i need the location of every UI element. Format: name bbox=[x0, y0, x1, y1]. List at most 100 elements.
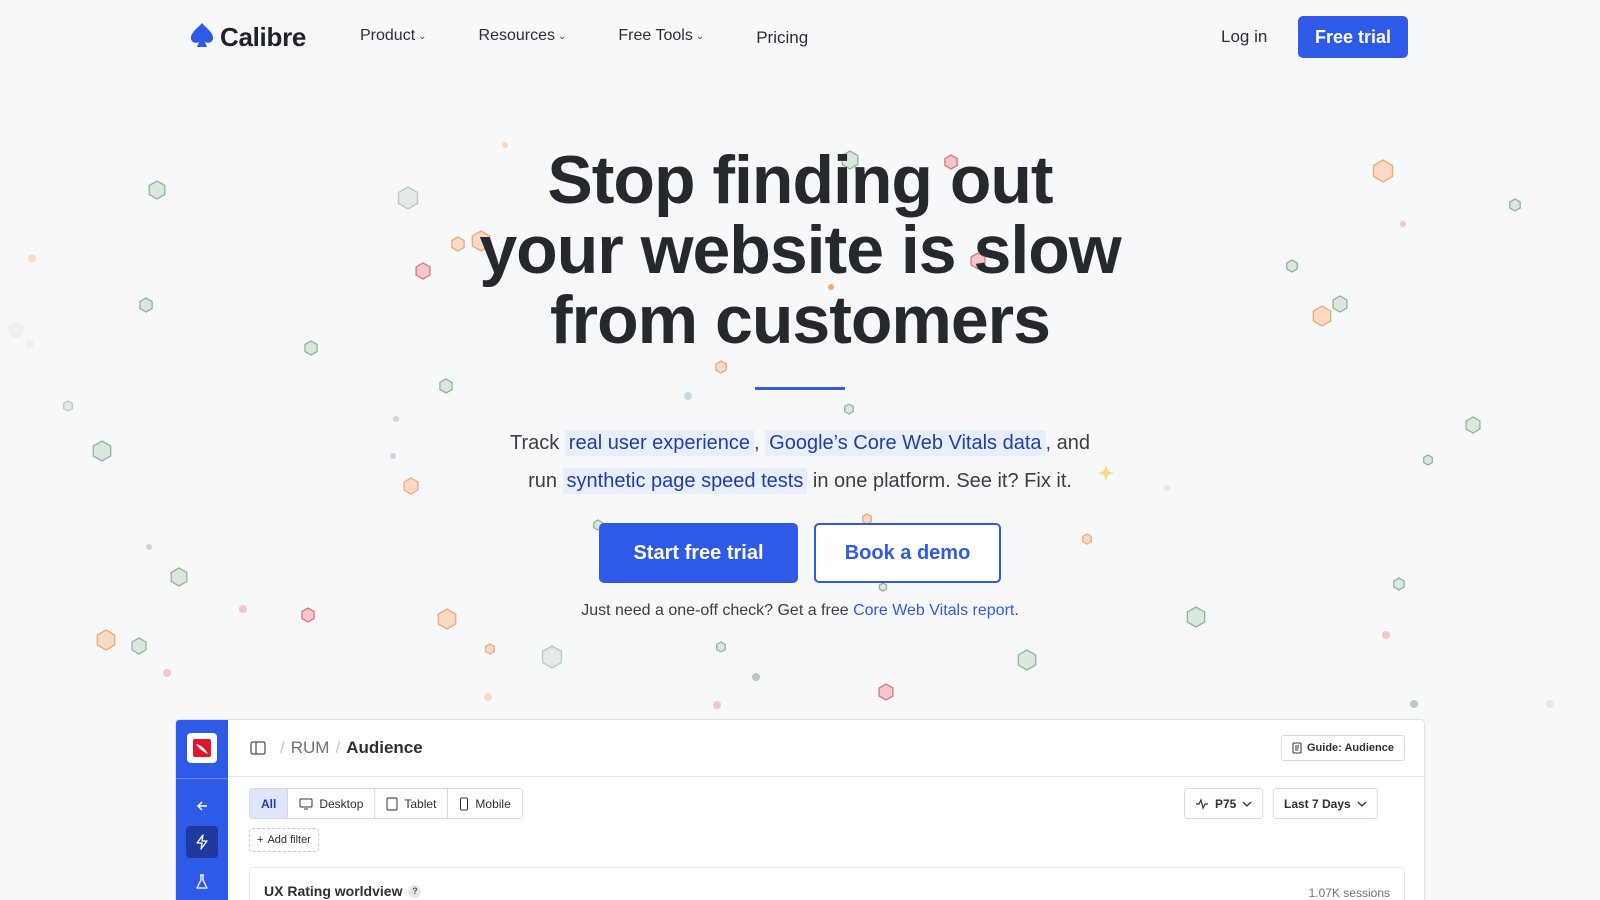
synthetic-tests-link[interactable]: synthetic page speed tests bbox=[562, 468, 808, 494]
background-hexagon bbox=[1312, 305, 1332, 327]
background-dot bbox=[393, 416, 399, 422]
nav-item-label: Free Tools bbox=[618, 27, 693, 44]
nav-item-label: Resources bbox=[478, 27, 556, 44]
background-dot bbox=[1546, 700, 1554, 708]
background-dot bbox=[390, 453, 396, 459]
background-dot bbox=[1410, 700, 1418, 708]
nav-item-pricing[interactable]: Pricing bbox=[756, 28, 808, 48]
chevron-down-icon: ⌄ bbox=[695, 30, 705, 42]
breadcrumb-audience: Audience bbox=[346, 738, 423, 757]
background-hexagon bbox=[439, 378, 453, 394]
breadcrumb-separator: / bbox=[335, 738, 341, 757]
pulse-icon bbox=[1196, 797, 1208, 810]
nav-links: Product ⌄ Resources ⌄ Free Tools ⌄ Prici… bbox=[360, 24, 860, 48]
background-hexagon bbox=[1509, 198, 1521, 212]
segment-label: Mobile bbox=[475, 796, 511, 811]
background-hexagon bbox=[139, 297, 153, 313]
background-hexagon bbox=[63, 400, 73, 412]
segment-all[interactable]: All bbox=[250, 789, 289, 818]
segment-mobile[interactable]: Mobile bbox=[448, 789, 522, 818]
background-dot bbox=[163, 669, 171, 677]
background-hexagon bbox=[541, 645, 563, 669]
start-free-trial-button[interactable]: Start free trial bbox=[599, 523, 798, 583]
document-icon bbox=[1292, 742, 1302, 754]
device-segmented-control: All Desktop Tablet Mobile bbox=[249, 788, 523, 819]
chevron-down-icon: ⌄ bbox=[418, 30, 427, 42]
background-hexagon bbox=[301, 607, 315, 623]
background-hexagon bbox=[1082, 533, 1092, 545]
desktop-icon bbox=[299, 798, 313, 809]
background-hexagon bbox=[844, 403, 854, 415]
app-preview: / RUM / Audience Guide: Audience All Des… bbox=[175, 719, 1425, 900]
background-hexagon bbox=[1372, 159, 1394, 183]
sub-text: Track bbox=[509, 432, 560, 454]
hero-divider bbox=[755, 387, 845, 390]
background-dot bbox=[752, 673, 760, 681]
flask-icon[interactable] bbox=[186, 866, 218, 898]
background-hexagon bbox=[170, 567, 188, 587]
one-off-check-text: Just need a one-off check? Get a free Co… bbox=[400, 602, 1200, 620]
breadcrumb-separator: / bbox=[280, 738, 285, 757]
kangaroo-logo-icon bbox=[193, 739, 211, 757]
core-web-vitals-link[interactable]: Google’s Core Web Vitals data bbox=[765, 430, 1046, 456]
background-dot bbox=[1400, 221, 1406, 227]
date-range-dropdown[interactable]: Last 7 Days bbox=[1273, 788, 1378, 819]
core-web-vitals-report-link[interactable]: Core Web Vitals report bbox=[853, 602, 1014, 619]
workspace-logo[interactable] bbox=[187, 733, 217, 763]
login-link[interactable]: Log in bbox=[1221, 27, 1267, 47]
add-filter-button[interactable]: + Add filter bbox=[249, 828, 319, 852]
background-hexagon bbox=[92, 440, 112, 462]
card-title-text: UX Rating worldview bbox=[264, 883, 403, 899]
background-dot bbox=[684, 392, 692, 400]
segment-label: Desktop bbox=[319, 796, 364, 811]
background-hexagon bbox=[716, 641, 726, 653]
background-dot bbox=[1382, 631, 1390, 639]
nav-item-label: Pricing bbox=[756, 28, 809, 47]
help-icon[interactable]: ? bbox=[408, 884, 422, 898]
free-trial-button[interactable]: Free trial bbox=[1298, 16, 1408, 58]
guide-button[interactable]: Guide: Audience bbox=[1281, 735, 1405, 761]
sub-text: , bbox=[754, 432, 760, 454]
background-hexagon bbox=[1017, 649, 1037, 671]
rum-link[interactable]: real user experience bbox=[564, 430, 755, 456]
background-hexagon bbox=[878, 683, 894, 701]
background-hexagon bbox=[878, 582, 888, 592]
sidebar-toggle-icon[interactable] bbox=[250, 741, 266, 755]
background-dot bbox=[28, 255, 36, 263]
background-hexagon bbox=[485, 643, 495, 655]
app-header: / RUM / Audience Guide: Audience bbox=[228, 720, 1424, 777]
background-dot bbox=[26, 340, 34, 348]
back-arrow-icon[interactable] bbox=[186, 790, 218, 822]
background-dot bbox=[8, 322, 24, 338]
spade-logo-icon bbox=[190, 22, 214, 53]
background-hexagon bbox=[148, 180, 166, 200]
background-dot bbox=[713, 701, 721, 709]
background-hexagon bbox=[131, 637, 147, 655]
add-filter-label: Add filter bbox=[267, 834, 311, 846]
app-sidebar bbox=[176, 720, 228, 900]
background-hexagon bbox=[1332, 295, 1348, 313]
breadcrumb-rum[interactable]: RUM bbox=[291, 738, 330, 758]
nav-item-free-tools[interactable]: Free Tools ⌄ bbox=[618, 24, 704, 48]
hero-title-line: Stop finding out bbox=[547, 142, 1053, 218]
lightning-icon[interactable] bbox=[186, 826, 218, 858]
nav-item-resources[interactable]: Resources ⌄ bbox=[479, 24, 567, 48]
date-range-label: Last 7 Days bbox=[1284, 796, 1351, 811]
nav-item-product[interactable]: Product ⌄ bbox=[360, 24, 427, 48]
segment-tablet[interactable]: Tablet bbox=[375, 789, 449, 818]
segment-desktop[interactable]: Desktop bbox=[288, 789, 376, 818]
ux-rating-card: UX Rating worldview ? 1.07K sessions bbox=[249, 867, 1405, 900]
hero-title-line: from customers bbox=[550, 282, 1051, 358]
segment-label: All bbox=[261, 796, 277, 811]
percentile-dropdown[interactable]: P75 bbox=[1184, 788, 1264, 819]
logo-text: Calibre bbox=[220, 22, 307, 52]
logo[interactable]: Calibre bbox=[190, 22, 306, 53]
segment-label: Tablet bbox=[404, 796, 437, 811]
sub-text: run bbox=[528, 470, 557, 492]
background-dot bbox=[146, 544, 152, 550]
chevron-down-icon bbox=[1357, 801, 1367, 807]
plus-icon: + bbox=[257, 834, 264, 846]
book-demo-button[interactable]: Book a demo bbox=[814, 523, 1001, 583]
breadcrumb: / RUM / Audience bbox=[250, 738, 423, 758]
sub-text: , and bbox=[1045, 432, 1091, 454]
